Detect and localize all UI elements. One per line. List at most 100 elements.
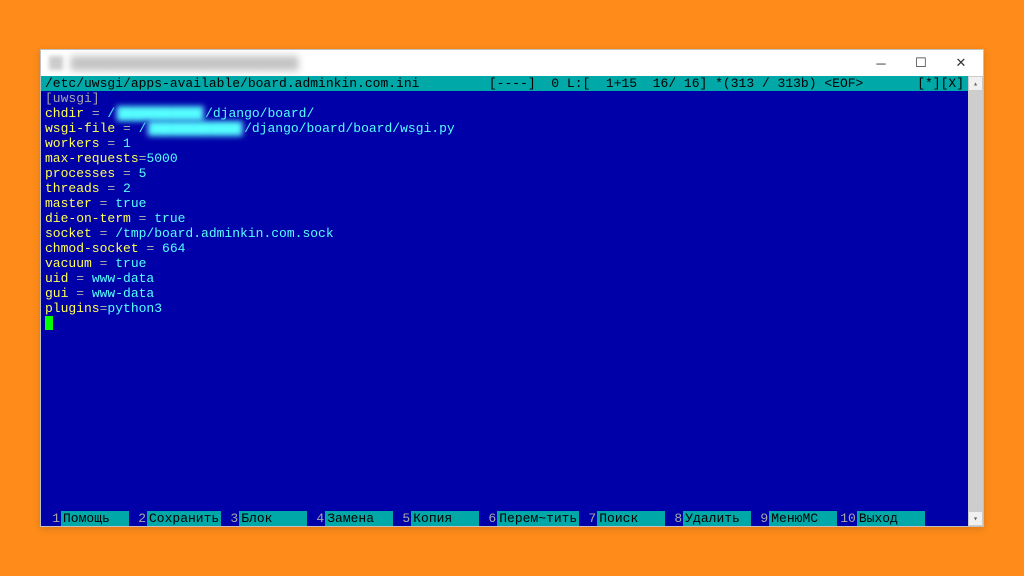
config-line: chdir = /███████████/django/board/ [45, 106, 964, 121]
fkey-label: Выход [857, 511, 925, 526]
config-separator: = [68, 286, 91, 301]
fkey-7[interactable]: 7Поиск [581, 511, 665, 526]
close-button[interactable]: ✕ [941, 50, 981, 76]
config-value: www-data [92, 271, 154, 286]
config-value: /django/board/board/wsgi.py [244, 121, 455, 136]
config-value: true [115, 256, 146, 271]
fkey-3[interactable]: 3Блок [223, 511, 307, 526]
config-separator: = [139, 241, 162, 256]
config-key: processes [45, 166, 115, 181]
config-line: master = true [45, 196, 964, 211]
fkey-5[interactable]: 5Копия [395, 511, 479, 526]
config-key: chdir [45, 106, 84, 121]
fkey-number: 9 [753, 511, 769, 526]
scrollbar-track[interactable] [968, 91, 983, 511]
fkey-1[interactable]: 1Помощь [45, 511, 129, 526]
maximize-button[interactable]: ☐ [901, 50, 941, 76]
config-key: wsgi-file [45, 121, 115, 136]
fkey-label: Замена [325, 511, 393, 526]
fkey-number: 4 [309, 511, 325, 526]
config-line: wsgi-file = /████████████/django/board/b… [45, 121, 964, 136]
scroll-down-button[interactable]: ▾ [968, 511, 983, 526]
fkey-8[interactable]: 8Удалить [667, 511, 751, 526]
config-key: uid [45, 271, 68, 286]
fkey-10[interactable]: 10Выход [839, 511, 925, 526]
config-value: 2 [123, 181, 131, 196]
config-value: 5 [139, 166, 147, 181]
config-key: threads [45, 181, 100, 196]
scroll-up-button[interactable]: ▴ [968, 76, 983, 91]
config-value: /tmp/board.adminkin.com.sock [115, 226, 333, 241]
editor-statusbar: /etc/uwsgi/apps-available/board.adminkin… [41, 76, 968, 91]
config-separator: = [92, 256, 115, 271]
config-key: vacuum [45, 256, 92, 271]
config-key: gui [45, 286, 68, 301]
config-value: true [115, 196, 146, 211]
editor-content[interactable]: [uwsgi]chdir = /███████████/django/board… [41, 91, 968, 511]
fkey-number: 2 [131, 511, 147, 526]
ini-section: [uwsgi] [45, 91, 100, 106]
config-value: 5000 [146, 151, 177, 166]
fkey-number: 8 [667, 511, 683, 526]
window-title: ████████████████████████ [71, 56, 861, 70]
fkey-4[interactable]: 4Замена [309, 511, 393, 526]
fkey-label: Помощь [61, 511, 129, 526]
config-line: gui = www-data [45, 286, 964, 301]
config-line: threads = 2 [45, 181, 964, 196]
fkey-number: 5 [395, 511, 411, 526]
fkey-number: 3 [223, 511, 239, 526]
fkey-number: 10 [839, 511, 857, 526]
config-separator: = [84, 106, 107, 121]
config-key: master [45, 196, 92, 211]
vertical-scrollbar[interactable]: ▴ ▾ [968, 76, 983, 526]
fkey-2[interactable]: 2Сохранить [131, 511, 221, 526]
config-line: chmod-socket = 664 [45, 241, 964, 256]
config-line: processes = 5 [45, 166, 964, 181]
config-line: vacuum = true [45, 256, 964, 271]
config-line: uid = www-data [45, 271, 964, 286]
config-separator: = [92, 226, 115, 241]
titlebar: ████████████████████████ ─ ☐ ✕ [41, 50, 983, 76]
config-value: python3 [107, 301, 162, 316]
fkey-label: Сохранить [147, 511, 221, 526]
fkey-label: Копия [411, 511, 479, 526]
config-key: max-requests [45, 151, 139, 166]
text-cursor [45, 316, 53, 330]
app-icon [49, 56, 63, 70]
config-separator: = [115, 166, 138, 181]
config-line: max-requests=5000 [45, 151, 964, 166]
config-value: www-data [92, 286, 154, 301]
window-controls: ─ ☐ ✕ [861, 50, 981, 76]
fkey-number: 6 [481, 511, 497, 526]
fkey-9[interactable]: 9МенюMC [753, 511, 837, 526]
config-value: 1 [123, 136, 131, 151]
status-flags: [*][X] [917, 76, 964, 91]
scrollbar-thumb[interactable] [968, 91, 983, 511]
config-value: true [154, 211, 185, 226]
config-line: workers = 1 [45, 136, 964, 151]
config-value: /django/board/ [205, 106, 314, 121]
minimize-button[interactable]: ─ [861, 50, 901, 76]
config-separator: = [100, 181, 123, 196]
config-key: socket [45, 226, 92, 241]
config-separator: = [92, 196, 115, 211]
fkey-label: Перем~тить [497, 511, 579, 526]
config-key: chmod-socket [45, 241, 139, 256]
fkey-label: Поиск [597, 511, 665, 526]
fkey-number: 1 [45, 511, 61, 526]
config-separator: = [131, 211, 154, 226]
config-separator: = [68, 271, 91, 286]
fkey-number: 7 [581, 511, 597, 526]
config-separator: = [100, 136, 123, 151]
cursor-info: [----] 0 L:[ 1+15 16/ 16] *(313 / 313b) … [419, 76, 917, 91]
app-window: ████████████████████████ ─ ☐ ✕ /etc/uwsg… [40, 49, 984, 527]
fkey-label: Удалить [683, 511, 751, 526]
config-line: die-on-term = true [45, 211, 964, 226]
config-key: workers [45, 136, 100, 151]
config-separator: = [115, 121, 138, 136]
config-key: plugins [45, 301, 100, 316]
config-key: die-on-term [45, 211, 131, 226]
fkey-6[interactable]: 6Перем~тить [481, 511, 579, 526]
fkey-label: Блок [239, 511, 307, 526]
fkey-label: МенюMC [769, 511, 837, 526]
